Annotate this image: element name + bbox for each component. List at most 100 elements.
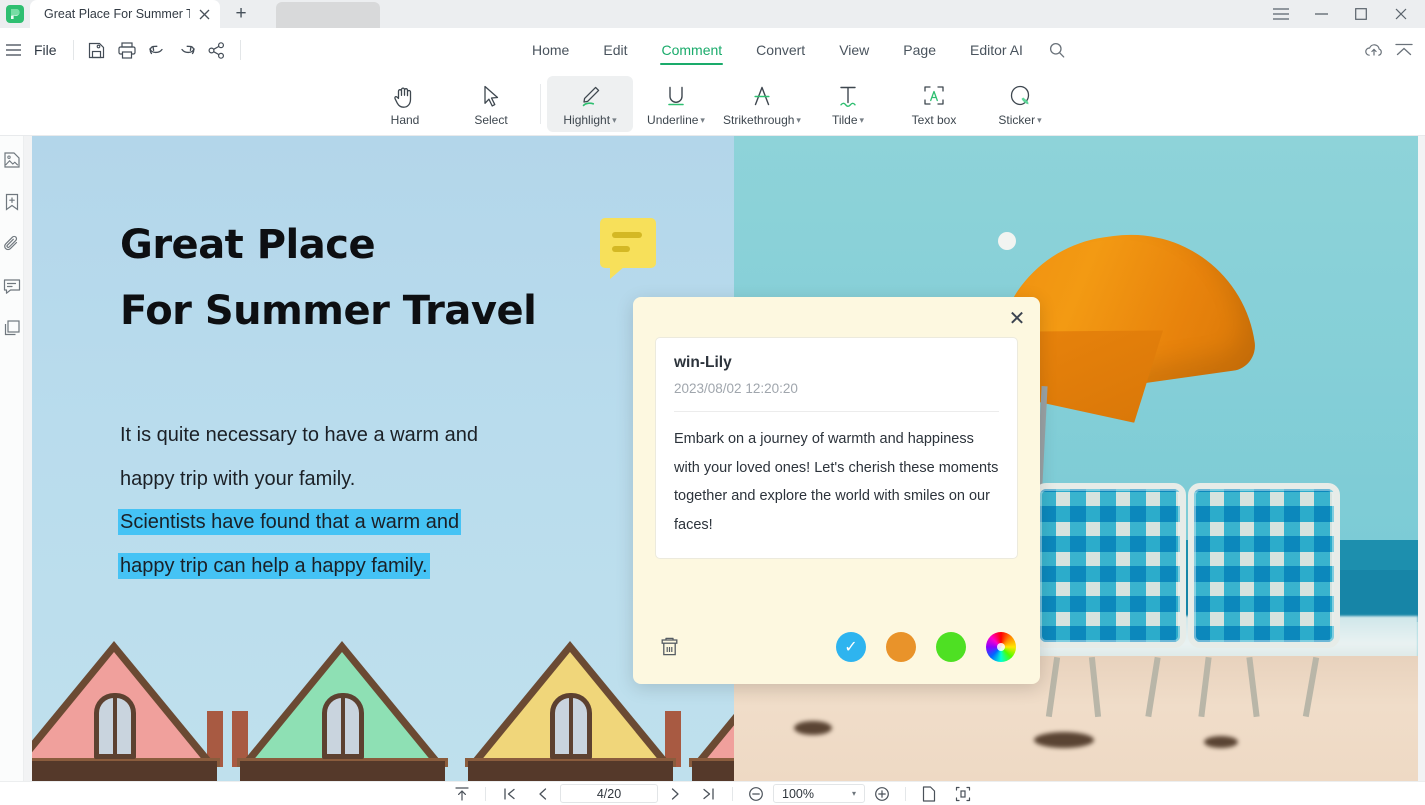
strikethrough-icon xyxy=(749,81,775,109)
tool-label: Text box xyxy=(911,112,957,127)
color-swatches: ✓ xyxy=(836,632,1016,662)
comment-popup[interactable]: ✕ win-Lily 2023/08/02 12:20:20 Embark on… xyxy=(633,297,1040,684)
main-menu-icon[interactable] xyxy=(0,28,26,72)
highlight-pen-icon xyxy=(577,81,603,109)
last-page-icon[interactable] xyxy=(692,783,726,805)
search-icon[interactable] xyxy=(1040,28,1074,72)
highlighted-text-1[interactable]: Scientists have found that a warm and xyxy=(120,511,460,534)
status-bar: 4/20 100% ▾ xyxy=(0,781,1425,805)
comment-footer: ✓ xyxy=(633,614,1040,684)
hand-icon xyxy=(393,81,417,109)
nav-page[interactable]: Page xyxy=(886,28,953,72)
comment-card: win-Lily 2023/08/02 12:20:20 Embark on a… xyxy=(655,337,1018,559)
layers-icon[interactable] xyxy=(2,318,22,338)
tool-label: Highlight ▾ xyxy=(563,112,617,127)
check-icon: ✓ xyxy=(844,639,858,656)
document-tab[interactable]: Great Place For Summer T... xyxy=(30,0,220,28)
divider xyxy=(485,786,486,801)
left-sidebar-rail xyxy=(0,136,24,781)
comment-icon[interactable] xyxy=(2,276,22,296)
menu-row: File Home Edit Comment Convert View Page… xyxy=(0,28,1425,72)
tool-strikethrough[interactable]: Strikethrough ▾ xyxy=(719,76,805,132)
tool-text-box[interactable]: Text box xyxy=(891,76,977,132)
tool-tilde[interactable]: Tilde ▾ xyxy=(805,76,891,132)
page-paragraph: It is quite necessary to have a warm and… xyxy=(120,414,640,588)
tool-highlight[interactable]: Highlight ▾ xyxy=(547,75,633,132)
zoom-value: 100% xyxy=(782,786,814,801)
single-page-view-icon[interactable] xyxy=(912,783,946,805)
underline-icon xyxy=(663,81,689,109)
bookmark-add-icon[interactable] xyxy=(2,192,22,212)
undo-icon[interactable] xyxy=(142,35,172,65)
color-wheel-icon[interactable] xyxy=(986,632,1016,662)
tool-label: Sticker ▾ xyxy=(998,112,1042,127)
nav-view[interactable]: View xyxy=(822,28,886,72)
color-swatch-blue[interactable]: ✓ xyxy=(836,632,866,662)
nav-edit[interactable]: Edit xyxy=(586,28,644,72)
nav-convert[interactable]: Convert xyxy=(739,28,822,72)
trash-icon[interactable] xyxy=(657,635,681,659)
zoom-out-icon[interactable] xyxy=(739,783,773,805)
next-page-icon[interactable] xyxy=(658,783,692,805)
nav-editor-ai[interactable]: Editor AI xyxy=(953,28,1040,72)
prev-page-icon[interactable] xyxy=(526,783,560,805)
main-nav: Home Edit Comment Convert View Page Edit… xyxy=(515,28,1074,72)
comment-author: win-Lily xyxy=(674,354,732,371)
tool-select[interactable]: Select xyxy=(448,76,534,132)
tool-label: Select xyxy=(474,112,508,127)
color-swatch-green[interactable] xyxy=(936,632,966,662)
file-menu-button[interactable]: File xyxy=(26,37,65,63)
tab-placeholder xyxy=(276,2,380,28)
save-icon[interactable] xyxy=(82,35,112,65)
menu-right-actions xyxy=(1359,28,1419,72)
pdf-editor-window: Great Place For Summer T... + File Home … xyxy=(0,0,1425,805)
thumbnail-icon[interactable] xyxy=(2,150,22,170)
attachment-icon[interactable] xyxy=(2,234,22,254)
comment-ribbon: Hand Select Highlight ▾ Underline ▾ Stri… xyxy=(0,72,1425,136)
houses-photo xyxy=(32,621,900,781)
highlighted-text-2[interactable]: happy trip can help a happy family. xyxy=(120,554,428,577)
share-icon[interactable] xyxy=(202,35,232,65)
popup-close-icon[interactable]: ✕ xyxy=(1004,305,1030,331)
tool-label: Hand xyxy=(390,112,420,127)
tab-bar: Great Place For Summer T... + xyxy=(0,0,1425,28)
window-close-icon[interactable] xyxy=(1381,0,1421,28)
comment-timestamp: 2023/08/02 12:20:20 xyxy=(674,381,798,396)
new-tab-button[interactable]: + xyxy=(220,0,262,28)
zoom-level-select[interactable]: 100% ▾ xyxy=(773,784,865,803)
color-swatch-orange[interactable] xyxy=(886,632,916,662)
tab-title: Great Place For Summer T... xyxy=(44,7,190,21)
divider xyxy=(72,40,74,60)
zoom-in-icon[interactable] xyxy=(865,783,899,805)
tool-hand[interactable]: Hand xyxy=(362,76,448,132)
heading-line-2: For Summer Travel xyxy=(120,288,537,334)
first-page-icon[interactable] xyxy=(492,783,526,805)
comment-marker-icon[interactable] xyxy=(600,218,656,279)
window-controls xyxy=(1261,0,1425,28)
redo-icon[interactable] xyxy=(172,35,202,65)
divider xyxy=(732,786,733,801)
nav-home[interactable]: Home xyxy=(515,28,586,72)
tool-label: Strikethrough ▾ xyxy=(723,112,801,127)
comment-body-text[interactable]: Embark on a journey of warmth and happin… xyxy=(674,425,999,540)
divider xyxy=(674,411,999,412)
maximize-icon[interactable] xyxy=(1341,0,1381,28)
app-logo-icon xyxy=(0,0,30,28)
cloud-upload-icon[interactable] xyxy=(1359,35,1389,65)
chevron-down-icon: ▾ xyxy=(851,789,856,798)
minimize-icon[interactable] xyxy=(1301,0,1341,28)
fit-page-icon[interactable] xyxy=(445,783,479,805)
tilde-icon xyxy=(835,81,861,109)
nav-comment[interactable]: Comment xyxy=(644,28,739,72)
close-icon[interactable] xyxy=(196,6,212,22)
tool-underline[interactable]: Underline ▾ xyxy=(633,76,719,132)
collapse-ribbon-icon[interactable] xyxy=(1389,35,1419,65)
tool-sticker[interactable]: Sticker ▾ xyxy=(977,76,1063,132)
cursor-icon xyxy=(480,81,502,109)
paragraph-line-1: It is quite necessary to have a warm and xyxy=(120,424,478,446)
fit-width-icon[interactable] xyxy=(946,783,980,805)
heading-line-1: Great Place xyxy=(120,222,376,268)
print-icon[interactable] xyxy=(112,35,142,65)
menu-hamburger-icon[interactable] xyxy=(1261,0,1301,28)
page-number-input[interactable]: 4/20 xyxy=(560,784,658,803)
